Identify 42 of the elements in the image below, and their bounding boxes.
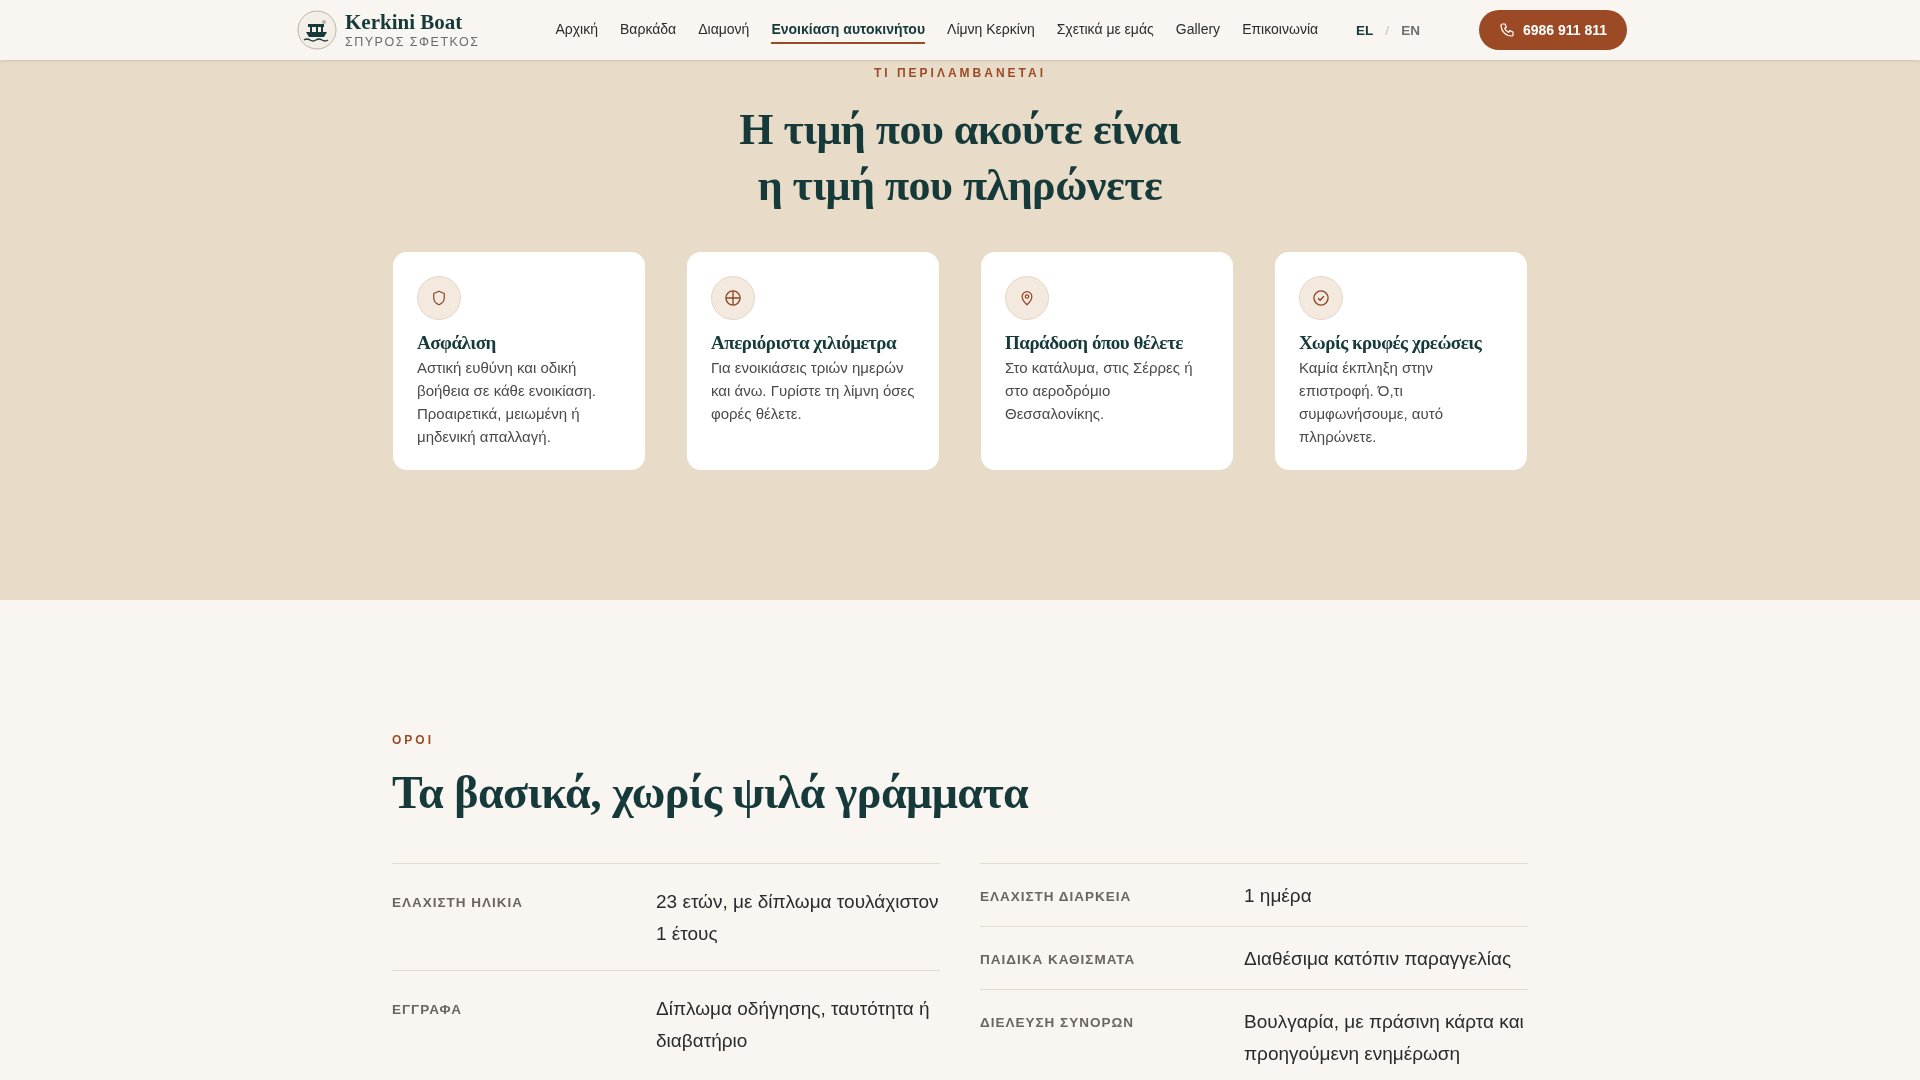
shield-icon <box>430 289 448 307</box>
section-eyebrow: ΟΡΟΙ <box>392 733 434 747</box>
card-text: Στο κατάλυμα, στις Σέρρες ή στο αεροδρόμιο Θεσσαλονίκης. <box>1005 358 1194 424</box>
card-text: Αστική ευθύνη και οδική βοήθεια σε κάθε ενοικίαση. Προαιρετικά, μειωμένη ή μηδενική απαλλαγή. <box>417 358 597 447</box>
term-label: ΕΛΑΧΙΣΤΗ ΔΙΑΡΚΕΙΑ <box>980 889 1133 904</box>
card-text: Καμία έκπληξη στην επιστροφή. Ό,τι συμφωνήσουμε, αυτό πληρώνετε. <box>1299 358 1444 447</box>
card-title: Απεριόριστα χιλιόμετρα <box>711 332 898 354</box>
language-separator: / <box>1385 22 1390 38</box>
term-label: ΕΛΑΧΙΣΤΗ ΗΛΙΚΙΑ <box>392 895 525 910</box>
language-link[interactable]: EN <box>1401 22 1420 38</box>
term-value: Δίπλωμα οδήγησης, ταυτότητα ή διαβατήριο <box>656 997 931 1053</box>
phone-button[interactable]: 6986 911 811 <box>1478 10 1627 50</box>
location-pin-icon <box>1018 289 1036 307</box>
term-value: Βουλγαρία, με πράσινη κάρτα και προηγούμενη ενημέρωση <box>1244 1010 1525 1066</box>
nav-link[interactable]: Gallery <box>1175 16 1221 44</box>
brand-name[interactable]: Kerkini Boat <box>345 11 480 33</box>
nav-link[interactable]: Επικοινωνία <box>1242 16 1319 44</box>
phone-icon <box>1498 22 1515 38</box>
nav-link[interactable]: Διαμονή <box>698 16 750 44</box>
boat-logo-icon[interactable] <box>297 10 337 50</box>
card-title: Χωρίς κρυφές χρεώσεις <box>1299 332 1483 354</box>
term-value: 1 ημέρα <box>1244 884 1313 908</box>
section-heading: Τα βασικά, χωρίς ψιλά γράμματα <box>392 766 1030 819</box>
card-text: Για ενοικιάσεις τριών ημερών και άνω. Γυρίστε τη λίμνη όσες φορές θέλετε. <box>711 358 916 424</box>
term-label: ΠΑΙΔΙΚΑ ΚΑΘΙΣΜΑΤΑ <box>980 952 1137 967</box>
nav-link[interactable]: Σχετικά με εμάς <box>1056 16 1154 44</box>
nav-link[interactable]: Ενοικίαση αυτοκινήτου <box>771 16 926 44</box>
term-value: 23 ετών, με δίπλωμα τουλάχιστον 1 έτους <box>656 890 940 946</box>
section-eyebrow: ΤΙ ΠΕΡΙΛΑΜΒΑΝΕΤΑΙ <box>873 66 1047 80</box>
card-title: Ασφάλιση <box>417 332 497 354</box>
term-label: ΔΙΕΛΕΥΣΗ ΣΥΝΟΡΩΝ <box>980 1015 1135 1030</box>
language-link[interactable]: EL <box>1356 22 1374 38</box>
brand-tagline: ΣΠΥΡΟΣ ΣΦΕΤΚΟΣ <box>345 35 480 49</box>
card-title: Παράδοση όπου θέλετε <box>1005 332 1184 354</box>
section-heading: Η τιμή που ακούτε είναι η τιμή που πληρώνετε <box>739 104 1181 212</box>
term-label: ΕΓΓΡΑΦΑ <box>392 1002 464 1017</box>
term-value: Διαθέσιμα κατόπιν παραγγελίας <box>1244 947 1513 971</box>
check-circle-icon <box>1311 288 1331 308</box>
crosshair-icon <box>723 288 743 308</box>
nav-link[interactable]: Βαρκάδα <box>620 16 677 44</box>
nav-link[interactable]: Αρχική <box>555 16 598 44</box>
nav-link[interactable]: Λίμνη Κερκίνη <box>947 16 1035 44</box>
